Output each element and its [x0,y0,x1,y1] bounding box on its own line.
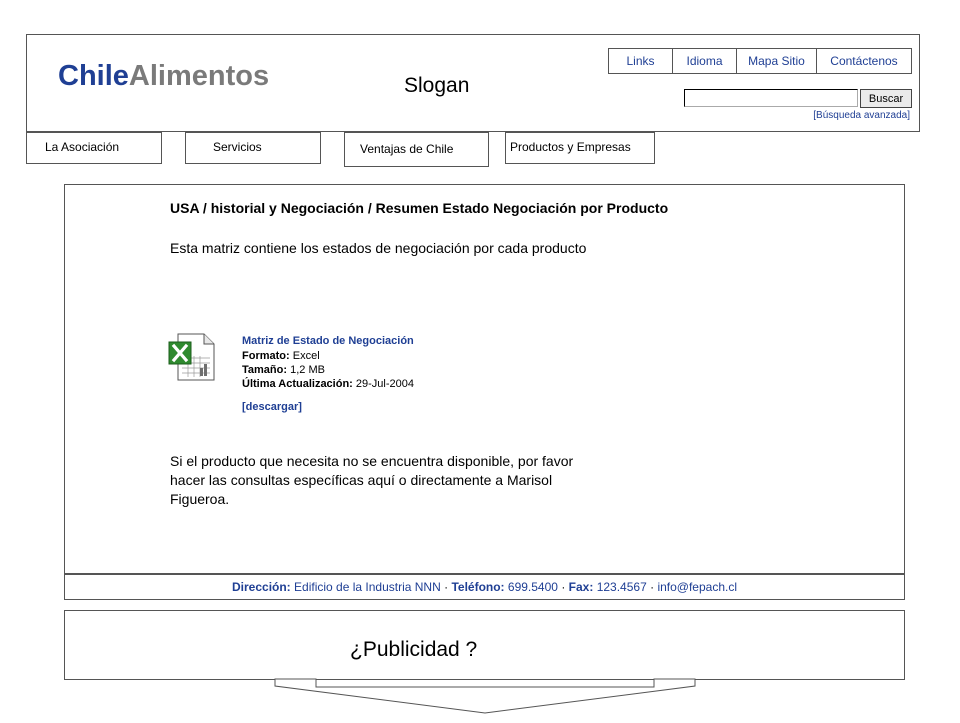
slogan: Slogan [404,74,470,97]
top-links: Links Idioma Mapa Sitio Contáctenos [608,48,912,74]
document-format: Formato: Excel [242,350,320,362]
top-link-sitemap[interactable]: Mapa Sitio [737,49,817,73]
phone-value: 699.5400 [507,580,558,594]
address-label: Dirección: [232,580,291,594]
tab-la-asociacion[interactable]: La Asociación [26,132,162,164]
logo-text-chile: Chile [58,60,129,92]
top-link-links[interactable]: Links [609,49,673,73]
availability-note: Si el producto que necesita no se encuen… [170,453,574,507]
format-value: Excel [292,350,320,362]
download-link[interactable]: [descargar] [242,401,302,413]
document-title-link[interactable]: Matriz de Estado de Negociación [242,335,414,347]
size-value: 1,2 MB [290,364,325,376]
phone-label: Teléfono: [451,580,505,594]
fax-label: Fax: [568,580,594,594]
down-arrow-icon [270,678,700,718]
breadcrumb: USA / historial y Negociación / Resumen … [170,200,669,216]
format-label: Formato: [242,350,290,362]
email-link[interactable]: info@fepach.cl [657,580,737,594]
document-updated: Última Actualización: 29-Jul-2004 [242,378,414,390]
fax-value: 123.4567 [596,580,647,594]
size-label: Tamaño: [242,364,288,376]
logo-text-alimentos: Alimentos [128,60,270,92]
excel-icon[interactable] [168,332,218,382]
top-link-idioma[interactable]: Idioma [673,49,737,73]
address-value: Edificio de la Industria NNN [294,580,441,594]
tab-ventajas-de-chile[interactable]: Ventajas de Chile [344,132,489,167]
search-input[interactable] [684,89,858,107]
intro-text: Esta matriz contiene los estados de nego… [170,240,587,256]
tab-servicios[interactable]: Servicios [185,132,321,164]
search-button[interactable]: Buscar [860,89,912,108]
tab-productos-y-empresas[interactable]: Productos y Empresas [505,132,655,164]
site-logo[interactable]: ChileAlimentos [58,60,269,93]
advertising-box [64,610,905,680]
date-value: 29-Jul-2004 [355,378,414,390]
document-size: Tamaño: 1,2 MB [242,364,325,376]
advanced-search-link[interactable]: [Búsqueda avanzada] [780,110,910,121]
advertising-text: ¿Publicidad ? [350,638,478,661]
footer-contact-bar: Dirección: Edificio de la Industria NNN … [64,574,905,600]
date-label: Última Actualización: [242,378,353,390]
top-link-contact[interactable]: Contáctenos [817,49,911,73]
